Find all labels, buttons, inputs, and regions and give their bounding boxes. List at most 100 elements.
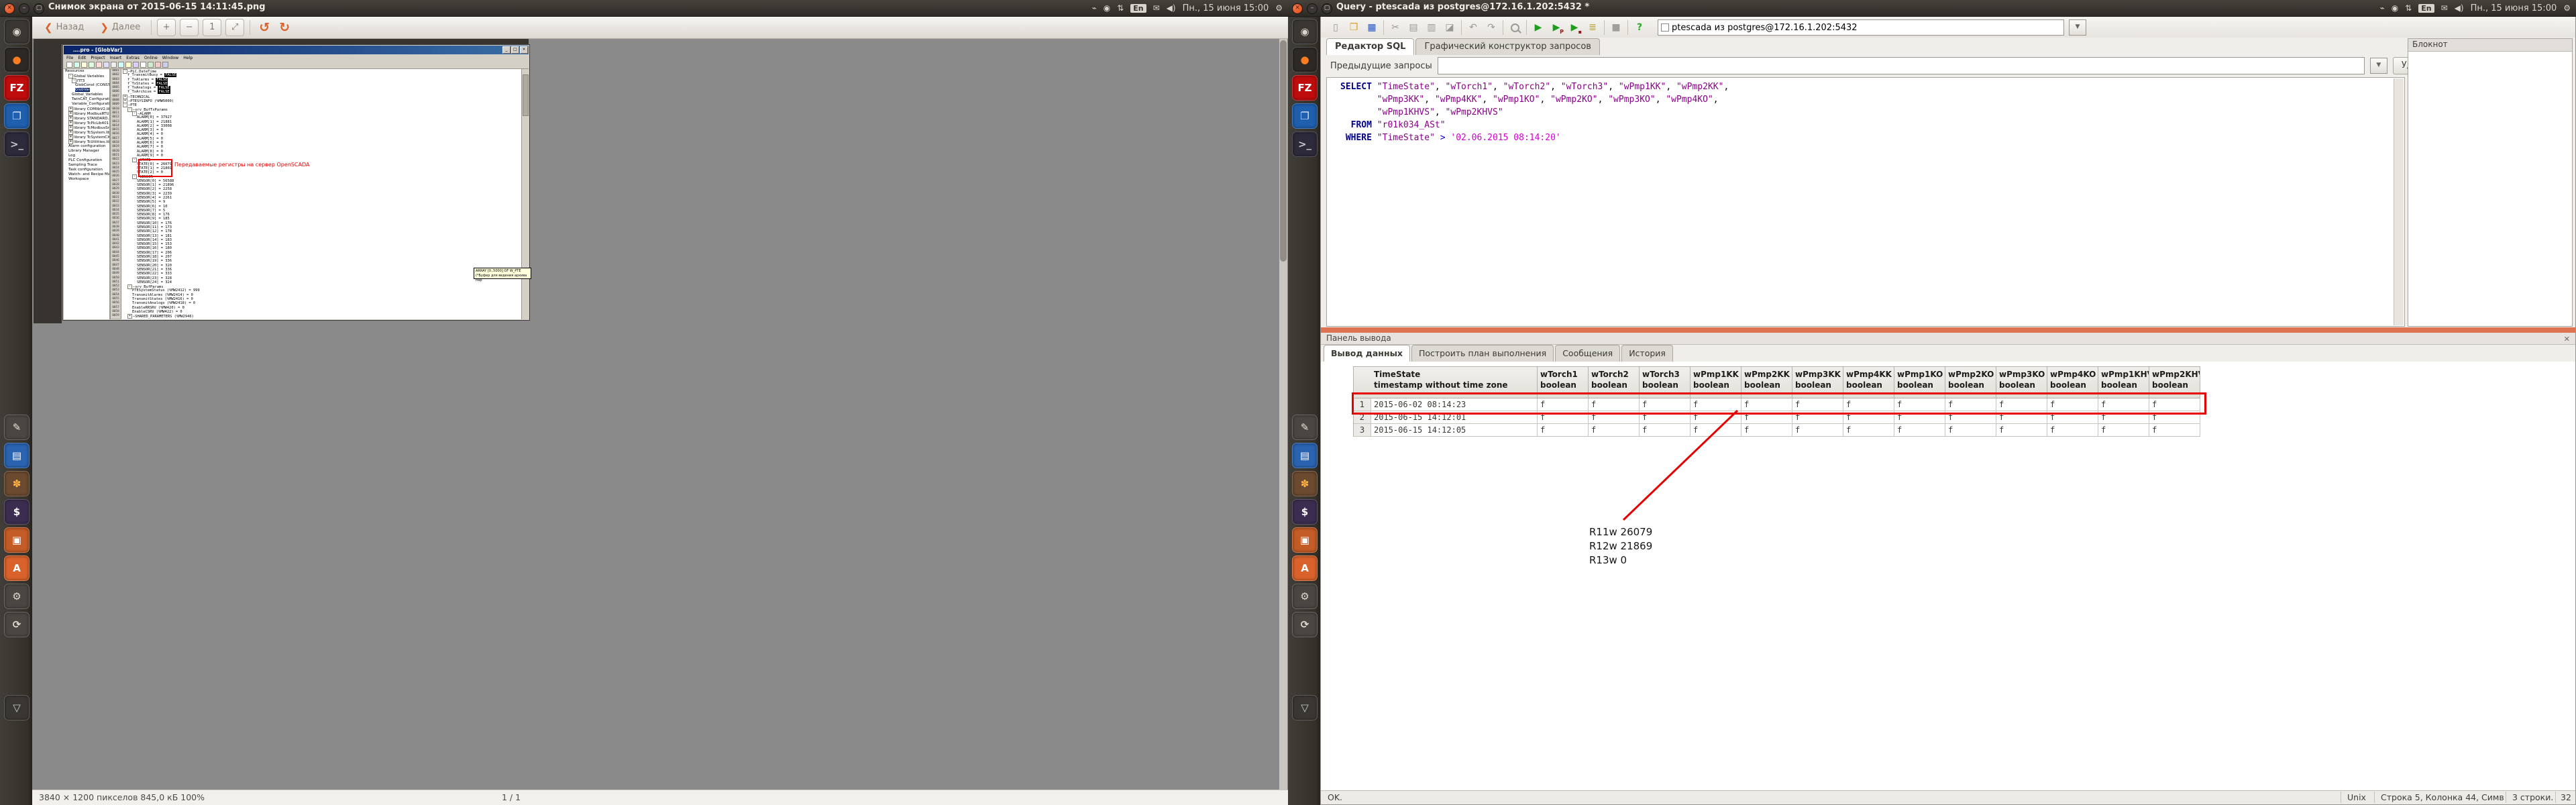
cell-boolean[interactable]: f — [1996, 424, 2047, 437]
chevron-down-icon[interactable]: ▼ — [2370, 58, 2387, 74]
tree-item[interactable]: Alarm configuration — [64, 144, 109, 149]
toolbar-icon[interactable] — [148, 62, 154, 68]
execute-to-file-icon[interactable]: ▶▪ — [1568, 21, 1581, 34]
launcher-item-terminal-purple[interactable]: $ — [4, 499, 30, 525]
tree-item[interactable]: Log — [64, 154, 109, 158]
best-fit-button[interactable]: ⤢ — [225, 19, 244, 36]
copy-icon[interactable]: ▤ — [1407, 21, 1420, 34]
menu-item-online[interactable]: Online — [144, 56, 158, 60]
tree-item[interactable]: Global_Variables — [64, 93, 109, 97]
rotate-left-button[interactable]: ↺ — [256, 20, 273, 35]
cell-boolean[interactable]: f — [1792, 424, 1843, 437]
undo-icon[interactable]: ↶ — [1466, 21, 1480, 34]
rotate-right-button[interactable]: ↻ — [276, 20, 293, 35]
toolbar-icon[interactable] — [96, 62, 102, 68]
row-number[interactable]: 3 — [1354, 424, 1371, 437]
ubuntu-one-icon[interactable]: ◉ — [1104, 3, 1110, 13]
toolbar-icon[interactable] — [133, 62, 139, 68]
close-icon[interactable]: ✕ — [1292, 3, 1303, 14]
pane-splitter[interactable] — [1321, 327, 2575, 333]
launcher-item-firefox[interactable]: ● — [4, 47, 30, 72]
launcher-item-system-settings[interactable]: ⚙ — [4, 584, 30, 609]
connection-selector[interactable]: ptescada из postgres@172.16.1.202:5432 — [1658, 19, 2064, 36]
network-arrows-icon[interactable]: ⇅ — [2405, 3, 2412, 13]
cell-boolean[interactable]: f — [1741, 424, 1792, 437]
tree-item[interactable]: -ПТЗ — [64, 78, 109, 83]
launcher-item-update-manager[interactable]: ⟳ — [4, 612, 30, 637]
execute-icon[interactable]: ▶ — [1532, 21, 1545, 34]
tab-explain[interactable]: Построить план выполнения — [1411, 345, 1554, 362]
expand-icon[interactable]: + — [68, 111, 73, 116]
launcher-item-image-viewer[interactable]: ✽ — [1292, 471, 1318, 496]
scrollbar-thumb[interactable] — [523, 74, 529, 116]
expand-icon[interactable]: + — [68, 116, 73, 121]
save-icon[interactable]: ▦ — [1365, 21, 1379, 34]
cell-boolean[interactable]: f — [2149, 424, 2200, 437]
cell-boolean[interactable]: f — [1843, 424, 1894, 437]
volume-icon[interactable]: ◀) — [1167, 3, 1176, 13]
cell-boolean[interactable]: f — [1538, 424, 1589, 437]
chevron-down-icon[interactable]: ▼ — [2069, 19, 2086, 36]
tree-item[interactable]: +library TcSystemCX.lib 6.10.07 10:36:54… — [64, 135, 109, 140]
zoom-out-button[interactable]: − — [180, 19, 199, 36]
toolbar-icon[interactable] — [81, 62, 87, 68]
launcher-item-software-center[interactable]: A — [4, 555, 30, 581]
resources-tree[interactable]: Resources-Global Variables-ПТЗGlobConst … — [64, 69, 111, 319]
launcher-item-filezilla[interactable]: FZ — [1292, 75, 1318, 101]
network-arrows-icon[interactable]: ⇅ — [1117, 3, 1124, 13]
scrollbar-thumb[interactable] — [1280, 40, 1287, 262]
close-icon[interactable]: × — [520, 46, 528, 54]
variable-row[interactable]: 0059+‒SHARED_PARAMETERS (%MW2946) — [111, 314, 522, 318]
clear-icon[interactable]: ◪ — [1443, 21, 1456, 34]
tree-item[interactable]: +library TcUtilities.lib 11.6.10 14:05:5… — [64, 140, 109, 144]
launcher-item-terminal[interactable]: >_ — [4, 131, 30, 157]
menu-item-window[interactable]: Window — [162, 56, 178, 60]
minimize-icon[interactable]: – — [1307, 3, 1318, 14]
toolbar-icon[interactable] — [125, 62, 131, 68]
menu-item-project[interactable]: Project — [91, 56, 105, 60]
tree-item[interactable]: Variable_Configuration (VAR_CONFIG) — [64, 102, 109, 107]
cell-boolean[interactable]: f — [1690, 424, 1741, 437]
toolbar-icon[interactable] — [162, 62, 168, 68]
redo-icon[interactable]: ↷ — [1485, 21, 1498, 34]
toolbar-icon[interactable] — [140, 62, 146, 68]
expand-icon[interactable]: + — [68, 121, 73, 125]
tree-item[interactable]: +library STANDARD.LIB 5.6.98 11:03:02: g… — [64, 116, 109, 121]
launcher-item-system-settings[interactable]: ⚙ — [1292, 584, 1318, 609]
tab-sql-editor[interactable]: Редактор SQL — [1326, 38, 1414, 55]
cell-boolean[interactable]: f — [1894, 424, 1945, 437]
session-gear-icon[interactable]: ⚙ — [1275, 3, 1283, 13]
tree-item[interactable]: +library COMlibV2.lib 1.0.00 11:22:48: g… — [64, 107, 109, 111]
minimize-icon[interactable]: – — [19, 3, 30, 14]
launcher-item-terminal-purple[interactable]: $ — [1292, 499, 1318, 525]
tree-item[interactable]: -Global Variables — [64, 74, 109, 78]
network-signal-icon[interactable]: ⌁ — [2379, 3, 2384, 13]
ubuntu-one-icon[interactable]: ◉ — [2392, 3, 2398, 13]
launcher-item-libreoffice-writer[interactable]: ▤ — [4, 443, 30, 468]
tree-item[interactable]: +library TcPlcLib401.lib 18.2.10 08:24:4… — [64, 121, 109, 125]
zoom-in-button[interactable]: + — [157, 19, 176, 36]
normal-size-button[interactable]: 1 — [203, 19, 221, 36]
launcher-item-software-center[interactable]: A — [1292, 555, 1318, 581]
session-gear-icon[interactable]: ⚙ — [2563, 3, 2571, 13]
close-icon[interactable]: ✕ — [4, 3, 15, 14]
maximize-icon[interactable]: ▢ — [1322, 3, 1332, 14]
launcher-item-firefox[interactable]: ● — [1292, 47, 1318, 72]
tree-item[interactable]: +library TcModbusSrv.lib 30.5.11 10:34:2… — [64, 125, 109, 130]
expand-icon[interactable]: + — [68, 135, 73, 140]
launcher-item-libreoffice-writer[interactable]: ▤ — [1292, 443, 1318, 468]
toolbar-icon[interactable] — [103, 62, 109, 68]
launcher-item-remote-desktop[interactable]: ❐ — [1292, 103, 1318, 129]
tree-item[interactable]: Workspace — [64, 177, 109, 182]
menu-item-insert[interactable]: Insert — [110, 56, 122, 60]
maximize-icon[interactable]: □ — [511, 46, 519, 54]
menu-item-help[interactable]: Help — [183, 56, 193, 60]
tree-item[interactable]: Task configuration — [64, 168, 109, 172]
cell-timestate[interactable]: 2015-06-15 14:12:05 — [1371, 424, 1538, 437]
cell-boolean[interactable]: f — [1640, 424, 1690, 437]
toolbar-icon[interactable] — [118, 62, 124, 68]
volume-icon[interactable]: ◀) — [2455, 3, 2464, 13]
cell-boolean[interactable]: f — [1945, 424, 1996, 437]
tree-item[interactable]: TwinCAT_Configuration (VAR_CONFIG) — [64, 97, 109, 102]
paste-icon[interactable]: ▥ — [1425, 21, 1438, 34]
